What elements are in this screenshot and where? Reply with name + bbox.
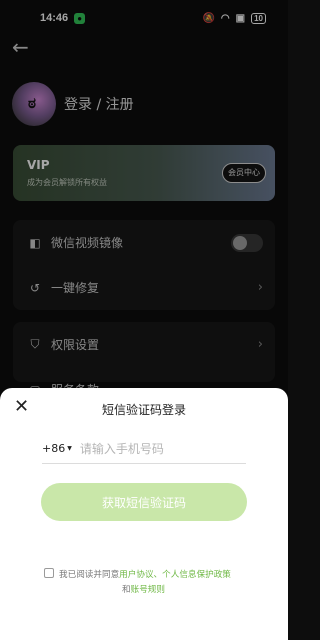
- caret-down-icon: ▼: [67, 445, 72, 452]
- agreement-line-2: 和账号规则: [44, 583, 254, 598]
- agreement-prefix: 我已阅读并同意: [59, 570, 120, 580]
- get-sms-code-button[interactable]: 获取短信验证码: [41, 483, 247, 521]
- user-agreement-link[interactable]: 用户协议、个人信息保护政策: [119, 570, 231, 580]
- sms-login-sheet: ✕ 短信验证码登录 +86▼ 获取短信验证码 我已阅读并同意用户协议、个人信息保…: [0, 388, 288, 640]
- agreement-checkbox[interactable]: [44, 568, 54, 578]
- agreement-text: 我已阅读并同意用户协议、个人信息保护政策 和账号规则: [44, 568, 254, 598]
- account-rules-link[interactable]: 账号规则: [131, 585, 165, 595]
- sheet-title: 短信验证码登录: [101, 403, 186, 417]
- country-code-value: +86: [42, 442, 66, 455]
- agreement-and: 和: [122, 585, 131, 595]
- phone-row: +86 ▼: [42, 434, 246, 464]
- country-code-select[interactable]: +86 ▼: [42, 442, 72, 455]
- phone-number-input[interactable]: [79, 441, 230, 456]
